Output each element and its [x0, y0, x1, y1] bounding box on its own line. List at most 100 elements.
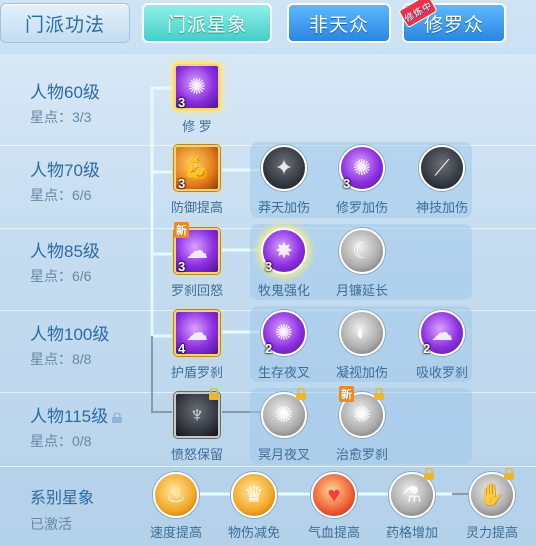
lock-icon	[112, 413, 123, 423]
demon-icon: ✺ 3	[339, 145, 385, 191]
skill-mangtian[interactable]: ✦ 莽天加伤	[244, 145, 324, 216]
glyph: ✺	[352, 402, 372, 427]
skill-name: 愤怒保留	[170, 447, 223, 462]
glyph: ♆	[188, 402, 206, 427]
skill-level: 3	[178, 259, 186, 274]
skill-hudun[interactable]: ☁ 4 护盾罗刹	[157, 310, 237, 381]
demon-figure-icon: ♆	[174, 388, 220, 438]
lock-icon	[296, 388, 306, 400]
skill-level: 3	[265, 259, 273, 274]
glyph: ✦	[274, 155, 294, 180]
skill-level: 3	[178, 176, 186, 191]
skill-name: 凝视加伤	[335, 365, 388, 380]
skill-name: 吸收罗刹	[415, 365, 468, 380]
tier-name-text: 人物115级	[30, 407, 109, 426]
tier-85-label: 人物85级 星点：6/6	[30, 237, 150, 286]
hand-glow-icon: ✋	[469, 468, 515, 518]
skill-name: 速度提高	[149, 525, 202, 540]
tier-stars: 星点：6/6	[30, 187, 92, 203]
skill-name: 防御提高	[170, 200, 223, 215]
tier-70-label: 人物70级 星点：6/6	[30, 156, 150, 205]
tier-100-label: 人物100级 星点：8/8	[30, 320, 150, 369]
demon-cloud-icon: ☁ 3 新	[174, 222, 220, 274]
skill-shenji[interactable]: ⟋ 神技加伤	[402, 145, 482, 216]
glyph: ◐	[355, 320, 369, 345]
chest-glow-icon: ✸ 3	[261, 228, 307, 274]
skill-name: 月镰延长	[335, 283, 388, 298]
skill-level: 2	[423, 341, 431, 356]
moon-swirl-icon: ◐	[339, 310, 385, 356]
glyph: ✺	[352, 155, 372, 180]
skill-name: 神技加伤	[415, 200, 468, 215]
skill-mingyue[interactable]: ✺ 冥月夜叉	[244, 388, 324, 463]
tier-60-label: 人物60级 星点：3/3	[30, 78, 150, 127]
skill-name: 护盾罗刹	[170, 365, 223, 380]
skill-fennu[interactable]: ♆ 愤怒保留	[157, 388, 237, 463]
skill-name: 药格增加	[385, 525, 438, 540]
lock-icon	[424, 468, 434, 480]
skill-name: 冥月夜叉	[257, 447, 310, 462]
series-hp[interactable]: ♥ 气血提高	[294, 472, 374, 541]
skill-xiuluo-dmg[interactable]: ✺ 3 修罗加伤	[322, 145, 402, 216]
skill-name: 气血提高	[307, 525, 360, 540]
demon-icon: ✺ 2	[261, 310, 307, 356]
glyph: ☾	[352, 238, 372, 263]
series-potion[interactable]: ⚗ 药格增加	[372, 468, 452, 541]
series-phys-reduce[interactable]: ♛ 物伤减免	[214, 472, 294, 541]
tier-stars: 星点：0/8	[30, 433, 92, 449]
skill-ningshi[interactable]: ◐ 凝视加伤	[322, 310, 402, 381]
skill-name: 物伤减免	[227, 525, 280, 540]
lock-icon	[504, 468, 514, 480]
series-status: 已激活	[30, 516, 72, 532]
heart-icon: ♥	[311, 472, 357, 518]
glyph: ☁	[186, 238, 208, 263]
potion-icon: ⚗	[389, 468, 435, 518]
glyph: ✋	[478, 482, 506, 507]
demon-grey-icon: ✺ 新	[339, 386, 385, 438]
lock-icon	[374, 388, 384, 400]
skill-name: 罗刹回怒	[170, 283, 223, 298]
skill-name: 牧鬼强化	[257, 283, 310, 298]
claw-icon: ⟋	[419, 145, 465, 191]
demon-icon: ✺ 3	[174, 64, 220, 110]
skill-level: 2	[265, 341, 273, 356]
new-badge: 新	[339, 386, 354, 402]
series-speed[interactable]: ♨ 速度提高	[136, 472, 216, 541]
series-spirit[interactable]: ✋ 灵力提高	[452, 468, 532, 541]
slash-burst-icon: ✦	[261, 145, 307, 191]
glyph: ⟋	[434, 155, 450, 180]
tier-name: 人物100级	[30, 325, 110, 344]
glyph: ♨	[166, 482, 186, 507]
skill-yuelian[interactable]: ☾ 月镰延长	[322, 228, 402, 299]
flame-icon: ♨	[153, 472, 199, 518]
skill-level: 4	[178, 341, 186, 356]
glyph: ☁	[186, 320, 208, 345]
demon-cloud-icon: ☁ 2	[419, 310, 465, 356]
glyph: 💪	[183, 155, 211, 180]
skill-xishou[interactable]: ☁ 2 吸收罗刹	[402, 310, 482, 381]
skill-luosha-huinu[interactable]: ☁ 3 新 罗刹回怒	[157, 222, 237, 299]
skill-mugui[interactable]: ✸ 3 牧鬼强化	[244, 228, 324, 299]
skill-name: 修 罗	[182, 119, 212, 134]
tier-name: 人物85级	[30, 242, 100, 261]
skill-name: 莽天加伤	[257, 200, 310, 215]
skill-level: 3	[178, 95, 186, 110]
glyph: ☁	[431, 320, 453, 345]
tier-name: 人物60级	[30, 83, 100, 102]
skill-level: 3	[343, 176, 351, 191]
skill-defense[interactable]: 💪 3 防御提高	[157, 145, 237, 216]
skill-shengcun[interactable]: ✺ 2 生存夜叉	[244, 310, 324, 381]
glyph: ✺	[187, 74, 207, 99]
tier-name: 人物70级	[30, 161, 100, 180]
glyph: ✺	[274, 320, 294, 345]
tier-stars: 星点：8/8	[30, 351, 92, 367]
scythe-icon: ☾	[339, 228, 385, 274]
glyph: ✸	[274, 238, 294, 263]
shield-demon-icon: ☁ 4	[174, 310, 220, 356]
lock-icon	[209, 388, 219, 400]
glyph: ♛	[244, 482, 264, 507]
skill-name: 生存夜叉	[257, 365, 310, 380]
skill-zhiyu[interactable]: ✺ 新 治愈罗刹	[322, 386, 402, 463]
glyph: ♥	[327, 482, 341, 507]
skill-xiuluo[interactable]: ✺ 3 修 罗	[157, 64, 237, 135]
